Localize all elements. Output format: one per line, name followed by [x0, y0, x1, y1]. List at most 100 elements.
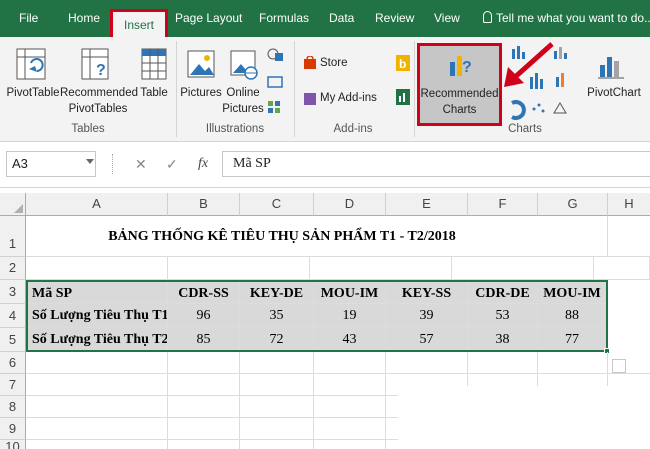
row-header-5[interactable]: 5 [0, 328, 26, 352]
svg-text:?: ? [96, 62, 106, 79]
row-header-4[interactable]: 4 [0, 304, 26, 328]
cell-e5[interactable]: 57 [386, 328, 468, 352]
cell-b3[interactable]: CDR-SS [168, 280, 240, 304]
cell-d4[interactable]: 19 [314, 304, 386, 328]
recommended-charts-button[interactable]: ? Recommended Charts [417, 43, 502, 126]
col-header-c[interactable]: C [240, 193, 314, 216]
col-header-d[interactable]: D [314, 193, 386, 216]
cell-e4[interactable]: 39 [386, 304, 468, 328]
recommended-pivottables-button[interactable]: Recommended PivotTables [60, 85, 138, 117]
store-button[interactable]: Store [320, 55, 348, 71]
addins-group-label: Add-ins [333, 123, 373, 135]
cell-d5[interactable]: 43 [314, 328, 386, 352]
col-header-e[interactable]: E [386, 193, 468, 216]
row-header-9[interactable]: 9 [0, 418, 26, 440]
cell-g4[interactable]: 88 [538, 304, 608, 328]
table-icon [141, 48, 167, 80]
tab-file[interactable]: File [19, 0, 38, 37]
recommended-charts-icon: ? [450, 56, 472, 76]
recommended-pivottables-label-2: PivotTables [68, 103, 128, 115]
row-header-2[interactable]: 2 [0, 257, 26, 280]
formula-bar: A3 ✕ ✓ fx Mã SP [0, 142, 650, 188]
svg-text:?: ? [462, 59, 472, 76]
blank-overlay [398, 386, 650, 449]
ribbon-tab-bar: File Home Page Layout Formulas Data Revi… [0, 0, 650, 37]
people-graph-icon [396, 89, 410, 105]
recommended-charts-label-2: Charts [442, 104, 477, 116]
cell-h1[interactable] [608, 216, 650, 257]
sheet-title[interactable]: BẢNG THỐNG KÊ TIÊU THỤ SẢN PHẨM T1 - T2/… [26, 216, 538, 257]
col-header-h[interactable]: H [608, 193, 650, 216]
cell-e3[interactable]: KEY-SS [386, 280, 468, 304]
name-box[interactable]: A3 [6, 151, 96, 177]
annotation-arrow [504, 42, 554, 87]
cell-c4[interactable]: 35 [240, 304, 314, 328]
cell-c5[interactable]: 72 [240, 328, 314, 352]
name-box-dropdown-icon[interactable] [86, 159, 94, 164]
col-header-g[interactable]: G [538, 193, 608, 216]
select-all-corner[interactable] [0, 193, 26, 216]
tab-formulas[interactable]: Formulas [259, 0, 309, 37]
illustrations-group-label: Illustrations [205, 123, 265, 135]
cell-f3[interactable]: CDR-DE [468, 280, 538, 304]
tab-home[interactable]: Home [68, 0, 100, 37]
recommended-pivottables-label-1: Recommended [60, 87, 138, 99]
cell-b5[interactable]: 85 [168, 328, 240, 352]
tab-data[interactable]: Data [329, 0, 354, 37]
tab-view[interactable]: View [434, 0, 460, 37]
cell-b4[interactable]: 96 [168, 304, 240, 328]
col-header-b[interactable]: B [168, 193, 240, 216]
insert-function-icon[interactable]: fx [198, 151, 208, 177]
pivottable-icon [16, 48, 46, 80]
store-icon [304, 56, 316, 69]
recommended-pivottables-icon: ? [81, 48, 109, 80]
lightbulb-icon [483, 11, 492, 23]
illustrations-small-icons [267, 48, 283, 113]
cell-c3[interactable]: KEY-DE [240, 280, 314, 304]
pivottable-button[interactable]: PivotTable [6, 85, 60, 101]
cell-a4[interactable]: Số Lượng Tiêu Thụ T1 [26, 304, 168, 328]
tables-group-label: Tables [71, 123, 105, 135]
online-pictures-label-1: Online [226, 87, 260, 99]
cancel-icon[interactable]: ✕ [135, 151, 147, 177]
col-header-f[interactable]: F [468, 193, 538, 216]
row-header-8[interactable]: 8 [0, 396, 26, 418]
row-header-7[interactable]: 7 [0, 374, 26, 396]
online-pictures-icon [230, 50, 258, 80]
svg-text:b: b [399, 57, 406, 71]
row-header-3[interactable]: 3 [0, 280, 26, 304]
cell-d3[interactable]: MOU-IM [314, 280, 386, 304]
cell-f5[interactable]: 38 [468, 328, 538, 352]
formula-bar-grip [112, 154, 114, 174]
table-button[interactable]: Table [136, 85, 172, 101]
my-addins-icon [304, 93, 316, 105]
pivotchart-icon [598, 57, 624, 79]
worksheet-grid: A B C D E F G H 1 2 3 4 5 6 7 8 9 10 BẢN… [0, 188, 650, 449]
cell-g5[interactable]: 77 [538, 328, 608, 352]
bing-icon: b [396, 55, 410, 71]
row-header-10[interactable]: 10 [0, 440, 26, 449]
my-addins-button[interactable]: My Add-ins [320, 90, 377, 106]
formula-input[interactable]: Mã SP [222, 151, 650, 177]
tell-me-search[interactable]: Tell me what you want to do... [483, 0, 650, 37]
tab-page-layout[interactable]: Page Layout [175, 0, 242, 37]
row-2-cells[interactable] [26, 257, 650, 280]
tab-review[interactable]: Review [375, 0, 414, 37]
cell-g3[interactable]: MOU-IM [538, 280, 608, 304]
cell-a3[interactable]: Mã SP [26, 280, 168, 304]
row-header-6[interactable]: 6 [0, 352, 26, 374]
tell-me-text: Tell me what you want to do... [496, 11, 650, 25]
online-pictures-button[interactable]: Online Pictures [222, 85, 264, 117]
pictures-icon [187, 50, 215, 78]
select-all-triangle-icon [14, 204, 23, 213]
cell-a5[interactable]: Số Lượng Tiêu Thụ T2 [26, 328, 168, 352]
cell-g1[interactable] [538, 216, 608, 257]
pictures-button[interactable]: Pictures [180, 85, 222, 101]
recommended-charts-label-1: Recommended [420, 88, 499, 100]
row-header-1[interactable]: 1 [0, 216, 26, 257]
recommended-charts-label: Recommended Charts [420, 86, 499, 118]
enter-icon[interactable]: ✓ [166, 151, 178, 177]
pivotchart-button[interactable]: PivotChart [584, 85, 644, 101]
cell-f4[interactable]: 53 [468, 304, 538, 328]
col-header-a[interactable]: A [26, 193, 168, 216]
